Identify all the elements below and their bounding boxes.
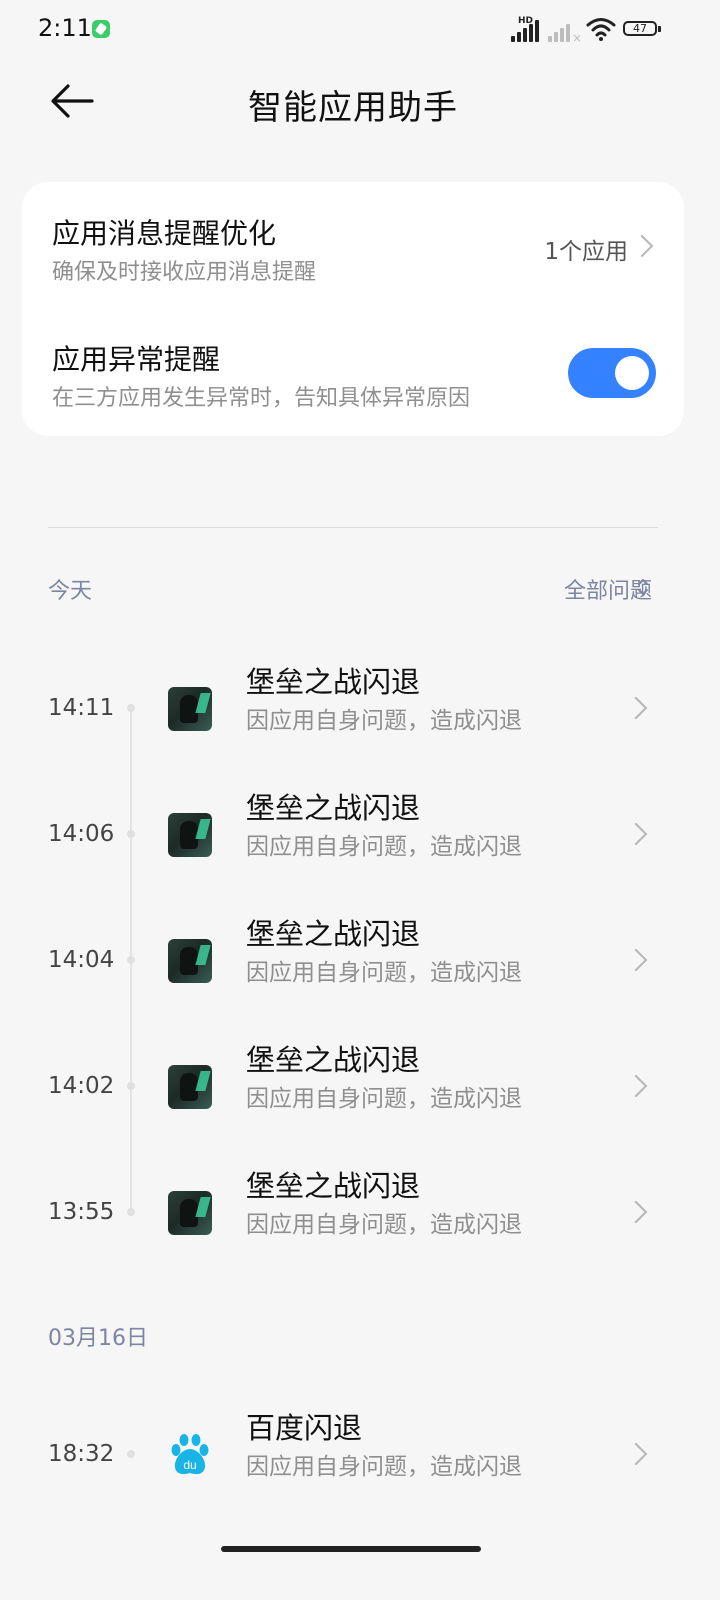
item-subtitle: 因应用自身问题，造成闪退 <box>246 834 522 860</box>
item-subtitle: 因应用自身问题，造成闪退 <box>246 708 522 734</box>
item-title: 堡垒之战闪退 <box>246 791 421 825</box>
notification-app-icon <box>92 20 110 38</box>
item-time: 14:06 <box>48 821 115 847</box>
svg-text:du: du <box>183 1458 196 1472</box>
item-title: 百度闪退 <box>246 1411 363 1445</box>
timeline-dot <box>127 1208 135 1216</box>
item-title: 堡垒之战闪退 <box>246 1169 421 1203</box>
divider <box>48 527 658 528</box>
game-app-icon <box>168 939 212 983</box>
item-subtitle: 因应用自身问题，造成闪退 <box>246 960 522 986</box>
game-app-icon <box>168 1065 212 1109</box>
list-item[interactable]: 18:32 du 百度闪退 因应用自身问题，造成闪退 <box>0 1391 706 1517</box>
item-subtitle: 因应用自身问题，造成闪退 <box>246 1454 522 1480</box>
row-value: 1个应用 <box>544 239 628 265</box>
timeline-dot <box>127 1082 135 1090</box>
timeline-dot <box>127 1450 135 1458</box>
toggle-knob <box>615 356 649 390</box>
item-time: 14:04 <box>48 947 115 973</box>
chevron-right-icon <box>624 1442 648 1466</box>
item-time: 13:55 <box>48 1199 115 1225</box>
game-app-icon <box>168 1191 212 1235</box>
game-app-icon <box>168 813 212 857</box>
settings-card: 应用消息提醒优化 确保及时接收应用消息提醒 1个应用 应用异常提醒 在三方应用发… <box>22 182 684 436</box>
timeline-dot <box>127 956 135 964</box>
list-item[interactable]: 14:04 堡垒之战闪退 因应用自身问题，造成闪退 <box>0 897 706 1023</box>
signal-icon <box>511 20 543 42</box>
item-title: 堡垒之战闪退 <box>246 917 421 951</box>
chevron-right-icon <box>624 696 648 720</box>
list-item[interactable]: 13:55 堡垒之战闪退 因应用自身问题，造成闪退 <box>0 1149 706 1275</box>
item-time: 18:32 <box>48 1441 115 1467</box>
list-item[interactable]: 14:11 堡垒之战闪退 因应用自身问题，造成闪退 <box>0 645 706 771</box>
row-subtitle: 确保及时接收应用消息提醒 <box>52 260 317 285</box>
item-subtitle: 因应用自身问题，造成闪退 <box>246 1212 522 1238</box>
section-date: 03月16日 <box>48 1326 148 1351</box>
item-subtitle: 因应用自身问题，造成闪退 <box>246 1086 522 1112</box>
wifi-icon <box>586 18 616 41</box>
item-title: 堡垒之战闪退 <box>246 665 421 699</box>
anomaly-toggle[interactable] <box>568 348 656 398</box>
page-title: 智能应用助手 <box>248 88 458 128</box>
game-app-icon <box>168 687 212 731</box>
list-item[interactable]: 14:06 堡垒之战闪退 因应用自身问题，造成闪退 <box>0 771 706 897</box>
item-time: 14:02 <box>48 1073 115 1099</box>
sort-updown-icon[interactable] <box>636 576 650 598</box>
section-date: 今天 <box>48 579 93 604</box>
chevron-right-icon <box>624 822 648 846</box>
list-item[interactable]: 14:02 堡垒之战闪退 因应用自身问题，造成闪退 <box>0 1023 706 1149</box>
item-time: 14:11 <box>48 695 115 721</box>
signal-no-service-icon: × <box>548 20 582 45</box>
chevron-right-icon <box>624 1200 648 1224</box>
chevron-right-icon <box>630 234 654 258</box>
chevron-right-icon <box>624 948 648 972</box>
battery-icon: 47 <box>623 21 661 36</box>
timeline-dot <box>127 704 135 712</box>
baidu-app-icon: du <box>168 1433 212 1477</box>
chevron-right-icon <box>624 1074 648 1098</box>
row-subtitle: 在三方应用发生异常时，告知具体异常原因 <box>52 386 471 411</box>
item-title: 堡垒之战闪退 <box>246 1043 421 1077</box>
status-bar: 2:11 HD × 47 <box>0 0 720 62</box>
notification-optimization-row[interactable]: 应用消息提醒优化 确保及时接收应用消息提醒 1个应用 <box>22 182 684 306</box>
row-title: 应用异常提醒 <box>52 343 221 376</box>
home-indicator[interactable] <box>221 1546 481 1552</box>
status-time: 2:11 <box>38 14 92 42</box>
row-title: 应用消息提醒优化 <box>52 217 277 250</box>
timeline-dot <box>127 830 135 838</box>
